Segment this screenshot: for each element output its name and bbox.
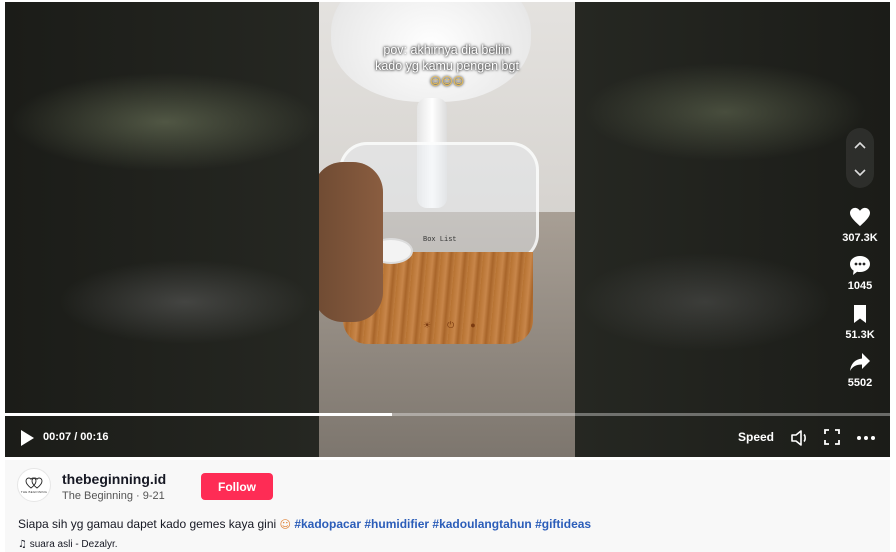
comment-action[interactable]: 1045 <box>831 252 889 292</box>
play-icon <box>21 430 34 446</box>
caption-emojis: ☺☺☺ <box>429 75 465 88</box>
video-description: Siapa sih yg gamau dapet kado gemes kaya… <box>18 517 591 531</box>
player-controls: 00:07 / 00:16 Speed <box>5 422 890 454</box>
avatar-logo-text: THE BEGINNING <box>20 489 48 494</box>
bookmark-action[interactable]: 51.3K <box>831 301 889 341</box>
video-player[interactable]: Box List ☀ ⏻ ● pov: akhirnya dia beliin … <box>5 2 890 457</box>
video-frame[interactable]: Box List ☀ ⏻ ● pov: akhirnya dia beliin … <box>319 2 575 457</box>
play-button[interactable] <box>19 429 39 447</box>
fullscreen-button[interactable] <box>823 428 843 448</box>
volume-icon <box>791 430 806 446</box>
follow-button[interactable]: Follow <box>201 473 273 500</box>
description-text: Siapa sih yg gamau dapet kado gemes kaya… <box>18 517 280 531</box>
heart-icon <box>847 204 873 230</box>
chevron-up-icon <box>854 141 866 149</box>
fullscreen-icon <box>824 429 840 445</box>
video-caption: pov: akhirnya dia beliin kado yg kamu pe… <box>319 42 575 90</box>
base-buttons: ☀ ⏻ ● <box>423 320 476 331</box>
power-icon: ⏻ <box>447 320 455 330</box>
time-readout: 00:07 / 00:16 <box>43 431 109 443</box>
product-label: Box List <box>423 236 457 244</box>
comment-count: 1045 <box>847 280 873 292</box>
progress-bar[interactable] <box>5 413 890 416</box>
like-count: 307.3K <box>842 232 878 244</box>
author-username[interactable]: thebeginning.id <box>62 471 166 487</box>
chevron-down-icon <box>854 169 866 177</box>
share-icon <box>847 349 873 375</box>
bookmark-icon <box>847 301 873 327</box>
music-note-icon: ♫ <box>18 539 27 550</box>
drop-icon: ● <box>470 320 476 330</box>
speed-button[interactable]: Speed <box>738 430 774 444</box>
volume-button[interactable] <box>790 428 810 448</box>
tiktok-video-page: Box List ☀ ⏻ ● pov: akhirnya dia beliin … <box>0 0 896 552</box>
caption-line-1: pov: akhirnya dia beliin <box>383 43 511 57</box>
hand <box>319 162 383 322</box>
hashtag-link[interactable]: #giftideas <box>535 517 591 531</box>
video-info-panel: THE BEGINNING thebeginning.id The Beginn… <box>5 460 890 552</box>
music-link[interactable]: ♫ suara asli - Dezalyr. <box>18 539 118 550</box>
post-date: 9-21 <box>142 490 165 502</box>
meta-separator: · <box>132 490 143 502</box>
music-label: suara asli - Dezalyr. <box>29 539 118 550</box>
share-action[interactable]: 5502 <box>831 349 889 389</box>
more-options-button[interactable] <box>856 428 878 448</box>
bookmark-count: 51.3K <box>845 329 875 341</box>
double-heart-logo-icon <box>25 477 43 489</box>
author-nickname[interactable]: The Beginning <box>62 490 133 502</box>
share-count: 5502 <box>847 377 873 389</box>
previous-video-button[interactable] <box>846 130 874 160</box>
more-icon <box>857 436 875 440</box>
hashtag-link[interactable]: #kadopacar <box>294 517 361 531</box>
next-video-button[interactable] <box>846 158 874 188</box>
comment-icon <box>847 252 873 278</box>
hashtag-link[interactable]: #humidifier <box>364 517 429 531</box>
avatar[interactable]: THE BEGINNING <box>17 468 51 502</box>
description-emoji: ☺ <box>279 518 291 531</box>
sun-icon: ☀ <box>423 320 432 330</box>
video-nav <box>846 128 874 188</box>
progress-fill <box>5 413 393 416</box>
caption-line-2: kado yg kamu pengen bgt <box>375 59 519 73</box>
like-action[interactable]: 307.3K <box>831 204 889 244</box>
hashtag-link[interactable]: #kadoulangtahun <box>432 517 531 531</box>
author-meta: The Beginning · 9-21 <box>62 490 165 502</box>
